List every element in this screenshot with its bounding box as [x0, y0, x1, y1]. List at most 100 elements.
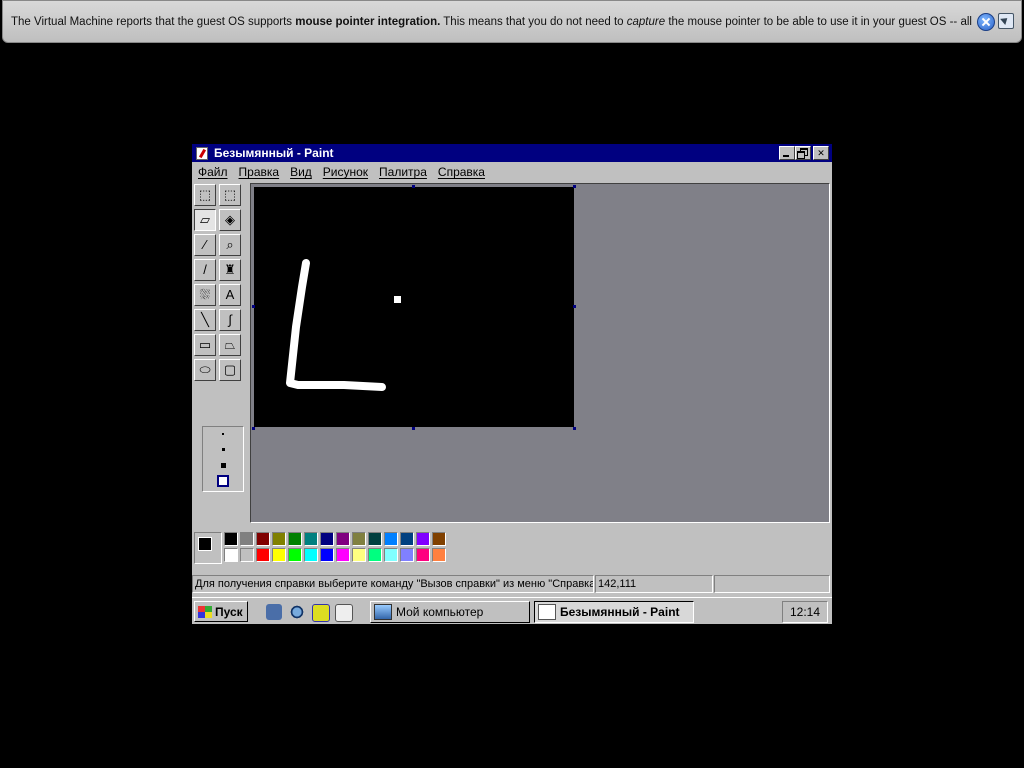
color-palette	[192, 528, 832, 568]
color-swatch[interactable]	[336, 532, 350, 546]
color-swatch[interactable]	[432, 532, 446, 546]
taskbar: Пуск Мой компьютер Безымянный - Paint 12…	[192, 597, 832, 624]
window-title: Безымянный - Paint	[214, 146, 334, 160]
menu-edit[interactable]: Правка	[239, 165, 280, 179]
menu-view[interactable]: Вид	[290, 165, 312, 179]
menu-file[interactable]: Файл	[198, 165, 228, 179]
polygon-icon[interactable]: ⏢	[219, 334, 241, 356]
start-label: Пуск	[215, 604, 243, 619]
windows-logo-icon	[198, 605, 212, 618]
free-select-icon[interactable]: ⬚	[194, 184, 216, 206]
color-swatch[interactable]	[352, 532, 366, 546]
color-swatch[interactable]	[368, 548, 382, 562]
menu-image[interactable]: Рисунок	[323, 165, 368, 179]
ellipse-icon[interactable]: ⬭	[194, 359, 216, 381]
current-colors	[194, 532, 222, 564]
resize-handle	[252, 427, 255, 430]
curve-icon[interactable]: ∫	[219, 309, 241, 331]
task-label: Безымянный - Paint	[560, 605, 680, 619]
tool-options-box[interactable]	[202, 426, 244, 492]
status-bar: Для получения справки выберите команду "…	[192, 574, 832, 594]
start-button[interactable]: Пуск	[194, 601, 248, 622]
color-swatch[interactable]	[224, 532, 238, 546]
color-swatch[interactable]	[400, 532, 414, 546]
mouse-pointer-integration-icon	[998, 13, 1014, 29]
airbrush-icon[interactable]: ⛆	[194, 284, 216, 306]
resize-handle[interactable]	[573, 305, 576, 308]
pencil-icon[interactable]: /	[194, 259, 216, 281]
paint-app-icon	[538, 604, 556, 620]
color-swatch[interactable]	[368, 532, 382, 546]
window-title-bar[interactable]: Безымянный - Paint ✕	[192, 144, 832, 162]
close-button[interactable]: ✕	[813, 146, 829, 160]
rounded-rect-icon[interactable]: ▢	[219, 359, 241, 381]
size-option-selected[interactable]	[217, 475, 229, 487]
system-tray-clock[interactable]: 12:14	[782, 601, 828, 623]
color-swatch[interactable]	[416, 548, 430, 562]
status-help-text: Для получения справки выберите команду "…	[192, 575, 594, 593]
eraser-icon[interactable]: ▱	[194, 209, 216, 231]
ie-browser-icon[interactable]	[289, 604, 305, 620]
canvas-drawing	[286, 259, 401, 391]
color-swatch[interactable]	[320, 532, 334, 546]
color-swatch[interactable]	[224, 548, 238, 562]
color-swatch[interactable]	[400, 548, 414, 562]
color-swatch[interactable]	[288, 532, 302, 546]
color-swatch[interactable]	[320, 548, 334, 562]
task-label: Мой компьютер	[396, 605, 484, 619]
menu-help[interactable]: Справка	[438, 165, 485, 179]
fill-bucket-icon[interactable]: ◈	[219, 209, 241, 231]
color-swatch[interactable]	[256, 548, 270, 562]
magnifier-icon[interactable]: ⌕	[219, 234, 241, 256]
guest-screen: Безымянный - Paint ✕ Файл Правка Вид Рис…	[192, 144, 832, 624]
computer-icon	[374, 604, 392, 620]
resize-handle[interactable]	[412, 427, 415, 430]
desktop-icon[interactable]	[266, 604, 282, 620]
color-swatch[interactable]	[272, 532, 286, 546]
line-icon[interactable]: ╲	[194, 309, 216, 331]
drawing-canvas[interactable]	[254, 187, 574, 427]
size-option[interactable]	[221, 448, 225, 451]
paint-app-icon[interactable]	[194, 145, 210, 161]
rect-select-icon[interactable]: ⬚	[219, 184, 241, 206]
close-notification-icon[interactable]	[977, 13, 995, 31]
color-swatch[interactable]	[336, 548, 350, 562]
minimize-button[interactable]	[779, 146, 795, 160]
resize-handle[interactable]	[573, 427, 576, 430]
color-swatch[interactable]	[240, 532, 254, 546]
color-swatch[interactable]	[240, 548, 254, 562]
foreground-color	[198, 537, 212, 551]
color-picker-icon[interactable]: ⁄	[194, 234, 216, 256]
color-swatch[interactable]	[304, 532, 318, 546]
text-icon[interactable]: A	[219, 284, 241, 306]
size-option[interactable]	[220, 463, 226, 468]
resize-handle	[412, 185, 415, 188]
status-selection-size	[714, 575, 830, 593]
vm-notification-bar: The Virtual Machine reports that the gue…	[2, 0, 1022, 43]
color-swatch[interactable]	[384, 548, 398, 562]
color-swatch[interactable]	[288, 548, 302, 562]
toolbox: ⬚ ⬚ ▱ ◈ ⁄ ⌕ / ♜ ⛆ A ╲ ∫ ▭ ⏢ ⬭ ▢	[194, 184, 248, 492]
vm-notification-text: The Virtual Machine reports that the gue…	[11, 15, 973, 28]
taskbar-paint[interactable]: Безымянный - Paint	[534, 601, 694, 623]
color-swatch[interactable]	[432, 548, 446, 562]
taskbar-my-computer[interactable]: Мой компьютер	[370, 601, 530, 623]
color-swatch[interactable]	[416, 532, 430, 546]
color-swatch[interactable]	[304, 548, 318, 562]
restore-button[interactable]	[795, 146, 811, 160]
resize-handle	[573, 185, 576, 188]
menu-bar: Файл Правка Вид Рисунок Палитра Справка	[192, 163, 832, 181]
canvas-area[interactable]	[250, 183, 830, 523]
color-swatch[interactable]	[256, 532, 270, 546]
color-swatch[interactable]	[352, 548, 366, 562]
status-coordinates: 142,111	[595, 575, 713, 593]
rectangle-icon[interactable]: ▭	[194, 334, 216, 356]
color-swatch[interactable]	[272, 548, 286, 562]
channels-icon[interactable]	[335, 604, 353, 622]
color-swatch[interactable]	[384, 532, 398, 546]
brush-icon[interactable]: ♜	[219, 259, 241, 281]
menu-colors[interactable]: Палитра	[379, 165, 427, 179]
outlook-icon[interactable]	[312, 604, 330, 622]
size-option[interactable]	[222, 433, 224, 435]
resize-handle	[252, 305, 255, 308]
